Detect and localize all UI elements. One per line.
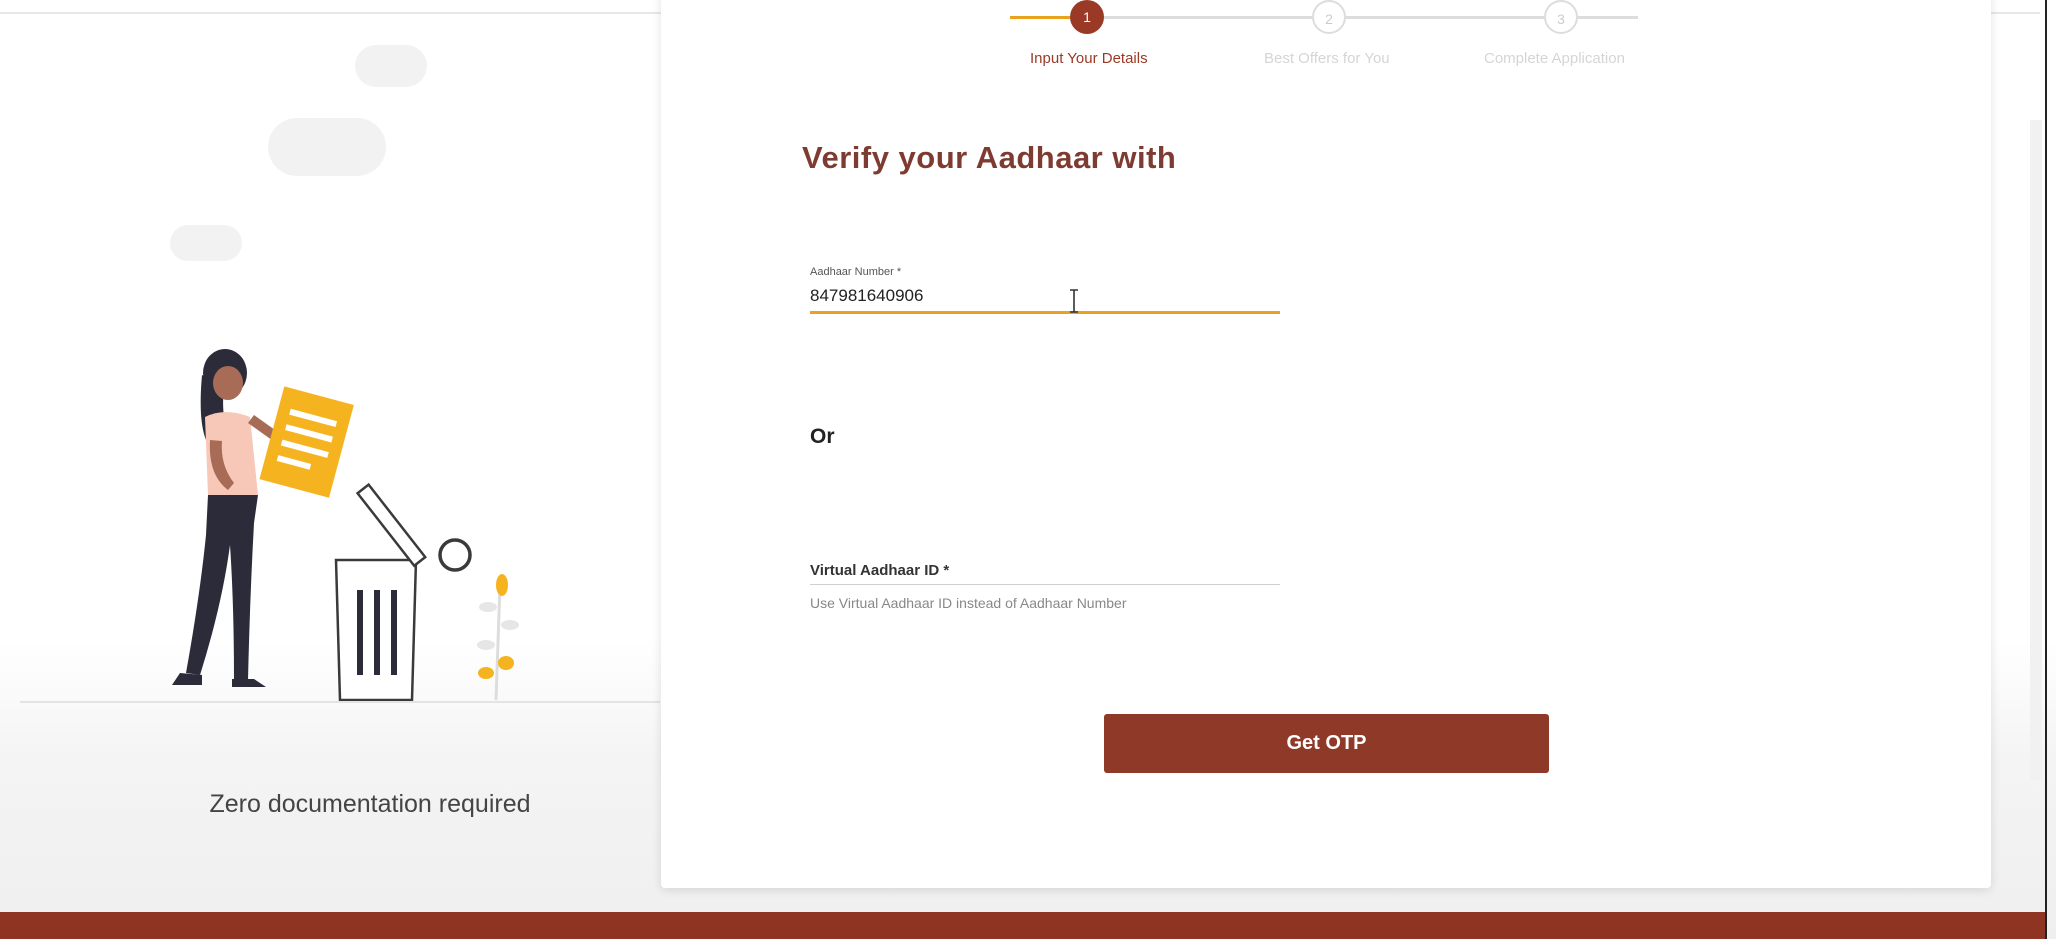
get-otp-button[interactable]: Get OTP xyxy=(1104,714,1549,773)
footer-bar xyxy=(0,912,2045,939)
aadhaar-number-label: Aadhaar Number * xyxy=(810,266,902,278)
progress-stepper: 1 2 3 Input Your Details Best Offers for… xyxy=(1010,0,1650,80)
window-edge xyxy=(2045,0,2047,939)
page: Zero documentation required 1 2 3 Input … xyxy=(0,0,2056,939)
step-3-label: Complete Application xyxy=(1484,50,1625,67)
step-2-circle: 2 xyxy=(1312,0,1346,34)
step-line xyxy=(1104,16,1312,19)
step-2-label: Best Offers for You xyxy=(1264,50,1390,67)
step-3-circle: 3 xyxy=(1544,0,1578,34)
left-panel: Zero documentation required xyxy=(0,0,660,939)
page-title: Verify your Aadhaar with xyxy=(802,140,1177,175)
step-1-circle: 1 xyxy=(1070,0,1104,34)
text-cursor-icon xyxy=(1070,289,1078,313)
virtual-aadhaar-id-input[interactable] xyxy=(810,584,1280,585)
woman-discarding-documents-icon xyxy=(172,349,519,702)
virtual-aadhaar-id-label[interactable]: Virtual Aadhaar ID * xyxy=(810,562,949,579)
or-separator: Or xyxy=(810,425,835,448)
virtual-aadhaar-id-help: Use Virtual Aadhaar ID instead of Aadhaa… xyxy=(810,595,1127,611)
ground-line xyxy=(20,701,660,703)
step-line-done xyxy=(1010,16,1070,19)
aadhaar-number-input[interactable] xyxy=(810,286,1280,306)
step-line xyxy=(1578,16,1638,19)
cloud-decoration xyxy=(355,45,427,87)
step-1-label: Input Your Details xyxy=(1030,50,1148,67)
left-caption: Zero documentation required xyxy=(209,790,531,818)
cloud-decoration xyxy=(170,225,242,261)
scrollbar[interactable] xyxy=(2030,120,2042,780)
cloud-decoration xyxy=(268,118,386,176)
aadhaar-number-underline xyxy=(810,311,1280,314)
step-line xyxy=(1346,16,1544,19)
